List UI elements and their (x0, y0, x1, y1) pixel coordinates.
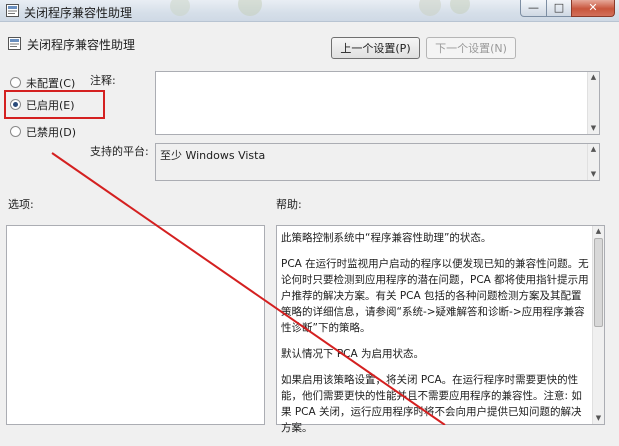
maximize-button[interactable]: □ (546, 0, 572, 17)
policy-setting-icon (8, 37, 21, 50)
background-decoration (170, 0, 470, 16)
comment-label: 注释: (90, 74, 116, 87)
platform-scrollbar[interactable]: ▲ ▼ (587, 144, 599, 180)
radio-button[interactable] (10, 126, 21, 137)
help-paragraph: 此策略控制系统中“程序兼容性助理”的状态。 (281, 232, 492, 244)
annotation-highlight-box (4, 90, 105, 119)
help-scrollbar[interactable]: ▲ ▼ (592, 226, 604, 424)
scroll-up-arrow-icon[interactable]: ▲ (588, 144, 599, 155)
radio-label: 未配置(C) (26, 77, 76, 90)
minimize-icon: — (528, 1, 539, 14)
scroll-down-arrow-icon[interactable]: ▼ (593, 413, 604, 424)
supported-platform-field: 至少 Windows Vista ▲ ▼ (155, 143, 600, 181)
window-title: 关闭程序兼容性助理 (24, 6, 133, 20)
policy-window-icon (6, 4, 19, 17)
maximize-icon: □ (553, 1, 565, 14)
next-setting-button[interactable]: 下一个设置(N) (426, 37, 516, 59)
help-paragraph: 默认情况下 PCA 为启用状态。 (281, 348, 425, 360)
supported-platform-label: 支持的平台: (90, 145, 149, 158)
help-panel[interactable]: 此策略控制系统中“程序兼容性助理”的状态。 PCA 在运行时监视用户启动的程序以… (276, 225, 605, 434)
help-paragraph: 如果启用该策略设置，将关闭 PCA。在运行程序时需要更快的性能，他们需要更快的性… (281, 374, 582, 434)
close-icon: ✕ (588, 1, 598, 14)
minimize-button[interactable]: — (520, 0, 547, 17)
comment-textarea[interactable]: ▲ ▼ (155, 71, 600, 135)
help-paragraph: PCA 在运行时监视用户启动的程序以便发现已知的兼容性问题。无论何时只要检测到应… (281, 258, 589, 334)
scroll-up-arrow-icon[interactable]: ▲ (588, 72, 599, 83)
options-panel (6, 225, 265, 425)
scroll-down-arrow-icon[interactable]: ▼ (588, 123, 599, 134)
radio-label: 已禁用(D) (26, 126, 77, 139)
scroll-up-arrow-icon[interactable]: ▲ (593, 226, 604, 237)
comment-scrollbar[interactable]: ▲ ▼ (587, 72, 599, 134)
options-label: 选项: (8, 198, 34, 211)
radio-button[interactable] (10, 77, 21, 88)
previous-setting-button[interactable]: 上一个设置(P) (331, 37, 420, 59)
close-button[interactable]: ✕ (571, 0, 615, 17)
help-text: 此策略控制系统中“程序兼容性助理”的状态。 PCA 在运行时监视用户启动的程序以… (281, 230, 589, 446)
title-bar: 关闭程序兼容性助理 — □ ✕ (0, 0, 619, 22)
supported-platform-value: 至少 Windows Vista (160, 149, 266, 162)
scroll-down-arrow-icon[interactable]: ▼ (588, 169, 599, 180)
policy-title: 关闭程序兼容性助理 (27, 38, 136, 52)
help-label: 帮助: (276, 198, 302, 211)
scrollbar-thumb[interactable] (594, 238, 603, 328)
